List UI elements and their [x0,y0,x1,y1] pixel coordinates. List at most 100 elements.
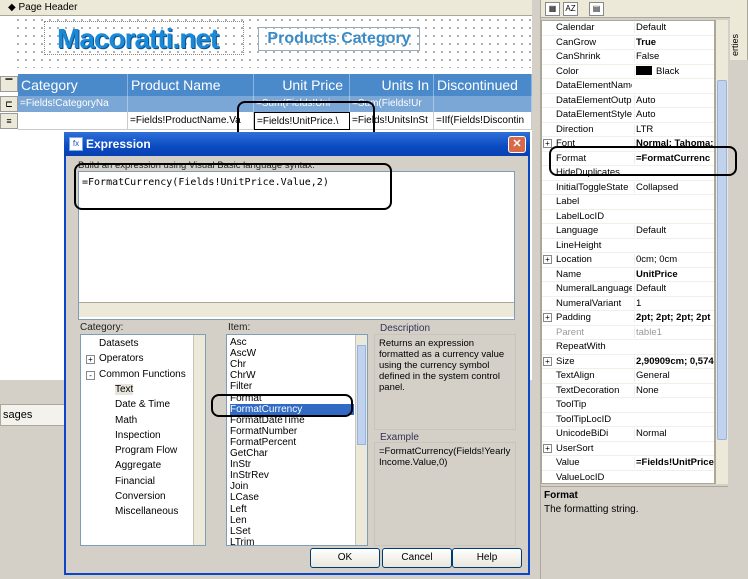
dialog-title-bar[interactable]: Expression [64,132,530,156]
detail-cell-category[interactable] [18,112,128,130]
property-value[interactable]: 2pt; 2pt; 2pt; 2pt [634,312,714,323]
item-list-entry[interactable]: Len [230,515,354,526]
header-cell-category[interactable]: Category [18,74,128,96]
header-cell-product-name[interactable]: Product Name [128,74,254,96]
property-row[interactable]: DataElementOutp Auto [542,94,714,108]
property-row[interactable]: LineHeight [542,239,714,253]
item-list-entry[interactable]: Filter [230,381,354,392]
category-node[interactable]: Operators [99,353,143,364]
item-list-entry[interactable]: LCase [230,492,354,503]
category-node[interactable]: Aggregate [115,460,161,471]
property-row[interactable]: UnicodeBiDi Normal [542,427,714,442]
properties-side-tab[interactable]: erties [730,0,748,60]
property-row[interactable]: Language Default [542,224,714,239]
property-row[interactable]: Parent table1 [542,326,714,340]
item-list-entry[interactable]: AscW [230,348,354,359]
expand-icon[interactable]: + [543,443,552,453]
property-row[interactable]: ToolTip [542,398,714,413]
header-row-handle[interactable]: ▔ [0,76,18,92]
group-cell-product[interactable] [128,96,254,112]
category-node[interactable]: Financial [115,476,155,487]
help-button[interactable]: Help [452,548,522,568]
property-row[interactable]: LabelLocID [542,210,714,224]
category-node[interactable]: Datasets [99,338,138,349]
property-value[interactable]: Black [634,65,714,77]
category-node[interactable]: Miscellaneous [115,506,178,517]
expand-icon[interactable]: + [543,139,552,148]
expand-icon[interactable]: + [543,356,552,366]
expand-icon[interactable]: + [543,255,552,264]
property-row[interactable]: Name UnitPrice [542,268,714,282]
expand-icon[interactable]: + [86,355,95,365]
property-value[interactable]: Collapsed [634,181,714,193]
property-value[interactable]: Auto [634,109,714,120]
expand-icon[interactable]: + [543,313,552,322]
property-row[interactable]: TextDecoration None [542,384,714,398]
group-cell-category[interactable]: =Fields!CategoryNa [18,96,128,112]
property-row[interactable]: DataElementName [542,79,714,94]
category-node[interactable]: Inspection [115,430,161,441]
property-grid[interactable]: Calendar Default CanGrow True CanShrink False… [541,20,715,484]
collapse-icon[interactable]: - [86,370,95,380]
property-row[interactable]: Label [542,195,714,210]
item-list-entry[interactable]: ChrW [230,370,354,381]
detail-cell-discontinued[interactable]: =IIf(Fields!Discontin [434,112,532,130]
category-node[interactable]: Date & Time [115,399,170,410]
property-value[interactable]: 1 [634,297,714,309]
category-node[interactable]: Common Functions [99,369,186,380]
property-value[interactable]: 0cm; 0cm [634,254,714,265]
item-list-entry[interactable]: InStrRev [230,470,354,481]
property-row[interactable]: + Size 2,90909cm; 0,574 [542,355,714,369]
header-cell-units-in[interactable]: Units In [350,74,434,96]
property-row[interactable]: TextAlign General [542,369,714,384]
property-row[interactable]: RepeatWith [542,340,714,355]
item-list-entry[interactable]: LTrim [230,537,354,545]
property-value[interactable]: Default [634,225,714,236]
report-title-textbox[interactable]: Products Category [258,27,420,51]
property-value[interactable]: True [634,36,714,48]
property-row[interactable]: + Location 0cm; 0cm [542,253,714,268]
property-row[interactable]: Calendar Default [542,21,714,36]
header-cell-unit-price[interactable]: Unit Price [254,74,350,96]
item-list-entry[interactable]: GetChar [230,448,354,459]
item-list-entry[interactable]: Join [230,481,354,492]
property-row[interactable]: CanShrink False [542,50,714,65]
close-icon[interactable]: ✕ [508,136,526,153]
property-row[interactable]: CanGrow True [542,36,714,50]
item-list[interactable]: Asc AscW Chr ChrW Filter Format FormatCurrency… [226,334,368,546]
item-list-entry[interactable]: Left [230,504,354,515]
item-list-entry[interactable]: Asc [230,337,354,348]
property-value[interactable]: =Fields!UnitPrice [634,457,714,468]
ok-button[interactable]: OK [310,548,380,568]
property-row[interactable]: Color Black [542,65,714,79]
property-row[interactable]: + Padding 2pt; 2pt; 2pt; 2pt [542,311,714,326]
property-row[interactable]: NumeralVariant 1 [542,297,714,311]
category-node[interactable]: Conversion [115,491,166,502]
item-list-entry[interactable]: FormatNumber [230,426,354,437]
header-cell-discontinued[interactable]: Discontinued [434,74,532,96]
property-row[interactable]: InitialToggleState Collapsed [542,181,714,195]
property-row[interactable]: + UserSort [542,442,714,456]
category-node[interactable]: Program Flow [115,445,177,456]
category-node[interactable]: Math [115,415,137,426]
property-value[interactable]: Normal [634,428,714,439]
item-list-entry[interactable]: LSet [230,526,354,537]
property-value[interactable]: Auto [634,94,714,106]
property-row[interactable]: NumeralLanguage Default [542,282,714,297]
category-tree-scrollbar[interactable] [193,335,205,545]
group-row-handle[interactable]: ⊏ [0,96,18,112]
item-list-scrollbar[interactable] [355,335,367,545]
item-list-entry[interactable]: InStr [230,459,354,470]
property-value[interactable]: LTR [634,123,714,135]
property-row[interactable]: DataElementStyle Auto [542,108,714,123]
property-grid-scrollbar[interactable] [715,20,728,484]
item-list-entry[interactable]: Chr [230,359,354,370]
messages-tab[interactable]: sages [0,404,66,426]
detail-cell-product-name[interactable]: =Fields!ProductName.Va [128,112,254,130]
property-value[interactable]: table1 [634,326,714,338]
item-list-entry[interactable]: FormatPercent [230,437,354,448]
property-value[interactable]: False [634,51,714,62]
detail-row-handle[interactable]: ≡ [0,113,18,129]
property-row[interactable]: Value =Fields!UnitPrice [542,456,714,471]
property-value[interactable]: UnitPrice [634,268,714,280]
